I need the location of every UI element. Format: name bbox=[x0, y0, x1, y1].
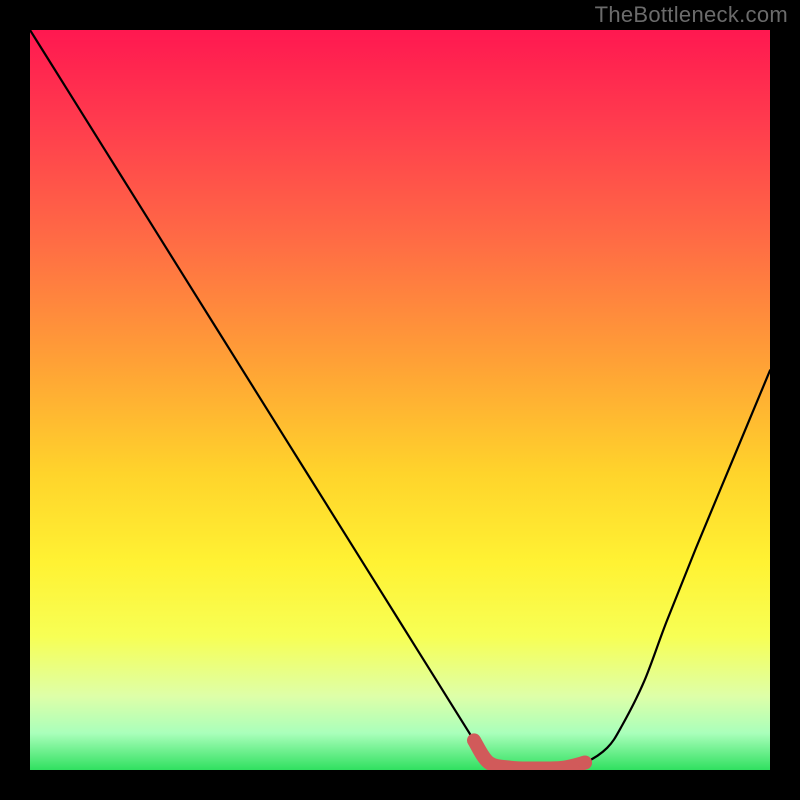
plot-area bbox=[30, 30, 770, 770]
highlight-segment bbox=[474, 740, 585, 768]
watermark-text: TheBottleneck.com bbox=[595, 2, 788, 28]
chart-frame: TheBottleneck.com bbox=[0, 0, 800, 800]
curve-layer bbox=[30, 30, 770, 770]
highlight-end-dot bbox=[578, 756, 592, 770]
bottleneck-curve-path bbox=[30, 30, 770, 769]
